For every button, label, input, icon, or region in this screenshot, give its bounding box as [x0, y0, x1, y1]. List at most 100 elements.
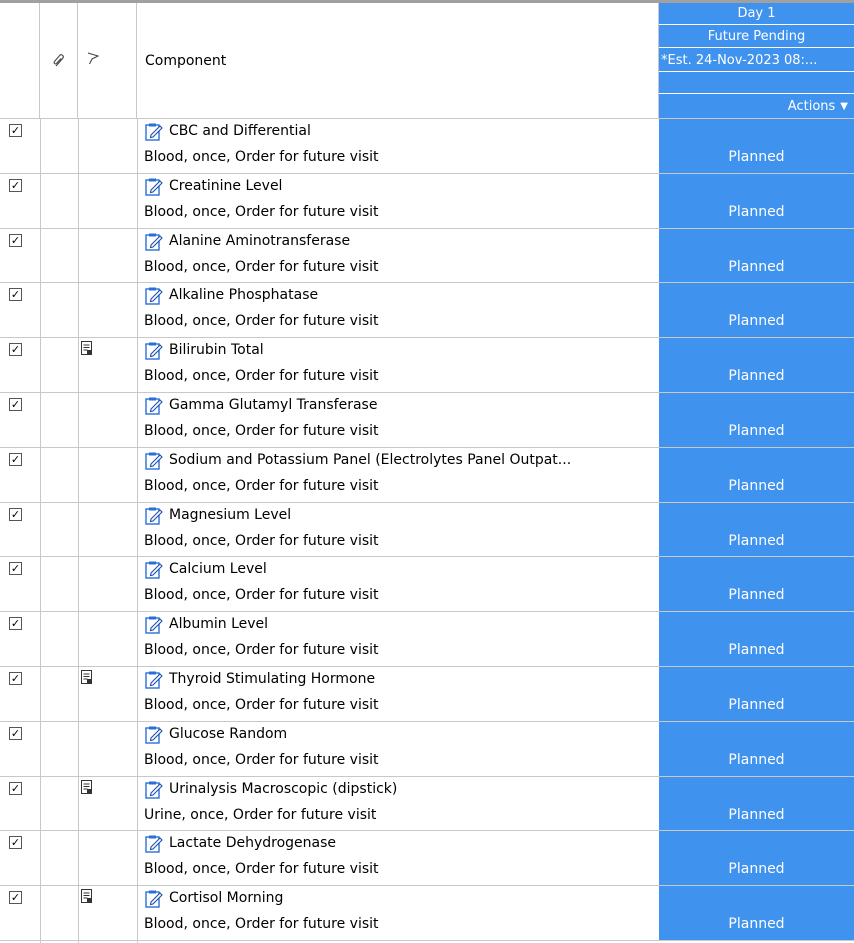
select-checkbox[interactable]: ✓ — [9, 836, 22, 850]
document-icon[interactable] — [81, 669, 92, 684]
status-cell[interactable]: Planned — [659, 721, 854, 776]
order-details: Blood, once, Order for future visit — [144, 477, 379, 494]
header-component-column[interactable]: Component — [137, 3, 659, 118]
order-row[interactable]: ✓ Thyroid Stimulating Hormone Blood, once,… — [0, 666, 854, 722]
status-cell[interactable]: Planned — [659, 557, 854, 612]
order-row[interactable]: ✓ Sodium and Potassium Panel (Electrolyte… — [0, 447, 854, 503]
select-checkbox[interactable]: ✓ — [9, 233, 22, 247]
status-cell[interactable]: Planned — [659, 831, 854, 886]
order-row[interactable]: ✓ Gamma Glutamyl Transferase Blood, once, … — [0, 392, 854, 448]
select-checkbox[interactable]: ✓ — [9, 288, 22, 302]
document-icon[interactable] — [81, 779, 92, 794]
component-name[interactable]: Urinalysis Macroscopic (dipstick) — [169, 780, 397, 798]
status-cell[interactable]: Planned — [659, 228, 854, 283]
component-name[interactable]: Sodium and Potassium Panel (Electrolytes… — [169, 451, 571, 469]
clipboard-edit-icon[interactable] — [144, 286, 163, 306]
order-details: Blood, once, Order for future visit — [144, 368, 379, 385]
clipboard-edit-icon[interactable] — [144, 232, 163, 251]
status-cell[interactable]: Planned — [659, 612, 854, 666]
flag-icon — [87, 52, 99, 65]
select-checkbox[interactable]: ✓ — [9, 178, 22, 192]
select-checkbox[interactable]: ✓ — [9, 507, 22, 521]
component-name[interactable]: Calcium Level — [169, 560, 267, 578]
header-attachment-column[interactable] — [40, 3, 78, 118]
status-cell[interactable]: Planned — [659, 666, 854, 721]
grid-header: Component Day 1 Future Pending *Est. 24-… — [0, 3, 854, 119]
order-row[interactable]: ✓ Alanine Aminotransferase Blood, once, Or… — [0, 228, 854, 284]
select-checkbox[interactable]: ✓ — [9, 562, 22, 576]
day-column-header: Day 1 Future Pending *Est. 24-Nov-2023 0… — [659, 3, 854, 118]
clipboard-edit-icon[interactable] — [144, 341, 163, 360]
document-icon[interactable] — [81, 889, 92, 904]
status-cell[interactable]: Planned — [659, 392, 854, 447]
clipboard-edit-icon[interactable] — [144, 122, 163, 141]
order-row[interactable]: ✓ Urinalysis Macroscopic (dipstick) Urine,… — [0, 776, 854, 832]
status-label: Planned — [728, 916, 785, 933]
status-cell[interactable]: Planned — [659, 173, 854, 228]
header-flag-column[interactable] — [78, 3, 137, 118]
status-cell[interactable]: Planned — [659, 338, 854, 392]
order-row[interactable]: ✓ Lactate Dehydrogenase Blood, once, Order… — [0, 831, 854, 887]
status-cell[interactable]: Planned — [659, 119, 854, 173]
status-cell[interactable]: Planned — [659, 886, 854, 940]
select-checkbox[interactable]: ✓ — [9, 343, 22, 357]
component-name[interactable]: Glucose Random — [169, 725, 287, 743]
select-checkbox[interactable]: ✓ — [9, 617, 22, 631]
order-row[interactable]: ✓ Alkaline Phosphatase Blood, once, Order … — [0, 283, 854, 339]
status-label: Planned — [728, 696, 785, 713]
clipboard-edit-icon[interactable] — [144, 560, 163, 580]
component-name[interactable]: Bilirubin Total — [169, 341, 264, 359]
status-cell[interactable]: Planned — [659, 447, 854, 502]
clipboard-edit-icon[interactable] — [144, 615, 163, 634]
document-icon[interactable] — [81, 341, 92, 356]
clipboard-edit-icon[interactable] — [144, 177, 163, 196]
clipboard-edit-icon[interactable] — [144, 725, 163, 744]
clipboard-edit-icon[interactable] — [144, 780, 163, 799]
order-row[interactable]: ✓ Albumin Level Blood, once, Order for fut… — [0, 612, 854, 667]
clipboard-edit-icon[interactable] — [144, 889, 163, 908]
clipboard-edit-icon[interactable] — [144, 396, 163, 415]
component-name[interactable]: Alkaline Phosphatase — [169, 286, 318, 304]
component-name[interactable]: Albumin Level — [169, 615, 268, 633]
component-name[interactable]: Thyroid Stimulating Hormone — [169, 670, 375, 688]
order-row[interactable]: ✓ Calcium Level Blood, once, Order for fut… — [0, 557, 854, 613]
component-name[interactable]: Alanine Aminotransferase — [169, 232, 350, 250]
select-checkbox[interactable]: ✓ — [9, 124, 22, 137]
status-label: Planned — [728, 751, 785, 768]
component-name[interactable]: Cortisol Morning — [169, 889, 283, 907]
status-cell[interactable]: Planned — [659, 776, 854, 831]
order-details: Blood, once, Order for future visit — [144, 861, 379, 878]
select-checkbox[interactable]: ✓ — [9, 726, 22, 740]
order-row[interactable]: ✓ Glucose Random Blood, once, Order for fu… — [0, 721, 854, 777]
order-row[interactable]: ✓ CBC and Differential Blood, once, Order … — [0, 119, 854, 174]
select-checkbox[interactable]: ✓ — [9, 671, 22, 685]
component-name[interactable]: CBC and Differential — [169, 122, 311, 140]
header-checkbox-column[interactable] — [0, 3, 40, 118]
order-details: Blood, once, Order for future visit — [144, 313, 379, 330]
status-cell[interactable]: Planned — [659, 283, 854, 338]
select-checkbox[interactable]: ✓ — [9, 781, 22, 795]
status-label: Planned — [728, 258, 785, 275]
order-row[interactable]: ✓ Bilirubin Total Blood, once, Order for f… — [0, 338, 854, 393]
order-row[interactable]: ✓ Cortisol Morning Blood, once, Order for … — [0, 886, 854, 941]
component-name[interactable]: Lactate Dehydrogenase — [169, 834, 336, 852]
clipboard-edit-icon[interactable] — [144, 670, 163, 689]
order-row[interactable]: ✓ Magnesium Level Blood, once, Order for f… — [0, 502, 854, 558]
order-row[interactable]: ✓ Creatinine Level Blood, once, Order for … — [0, 173, 854, 229]
phase-status-label: Future Pending — [659, 26, 854, 48]
estimated-date-label: *Est. 24-Nov-2023 08:... — [659, 50, 854, 72]
component-header-label: Component — [145, 53, 227, 69]
day-header-spacer — [659, 73, 854, 93]
component-name[interactable]: Gamma Glutamyl Transferase — [169, 396, 377, 414]
status-cell[interactable]: Planned — [659, 502, 854, 557]
select-checkbox[interactable]: ✓ — [9, 891, 22, 905]
select-checkbox[interactable]: ✓ — [9, 397, 22, 411]
clipboard-edit-icon[interactable] — [144, 451, 163, 470]
clipboard-edit-icon[interactable] — [144, 834, 163, 854]
component-name[interactable]: Creatinine Level — [169, 177, 282, 195]
component-name[interactable]: Magnesium Level — [169, 506, 291, 524]
clipboard-edit-icon[interactable] — [144, 506, 163, 525]
status-label: Planned — [728, 806, 785, 823]
actions-dropdown[interactable]: Actions ▼ — [659, 93, 854, 118]
select-checkbox[interactable]: ✓ — [9, 452, 22, 466]
